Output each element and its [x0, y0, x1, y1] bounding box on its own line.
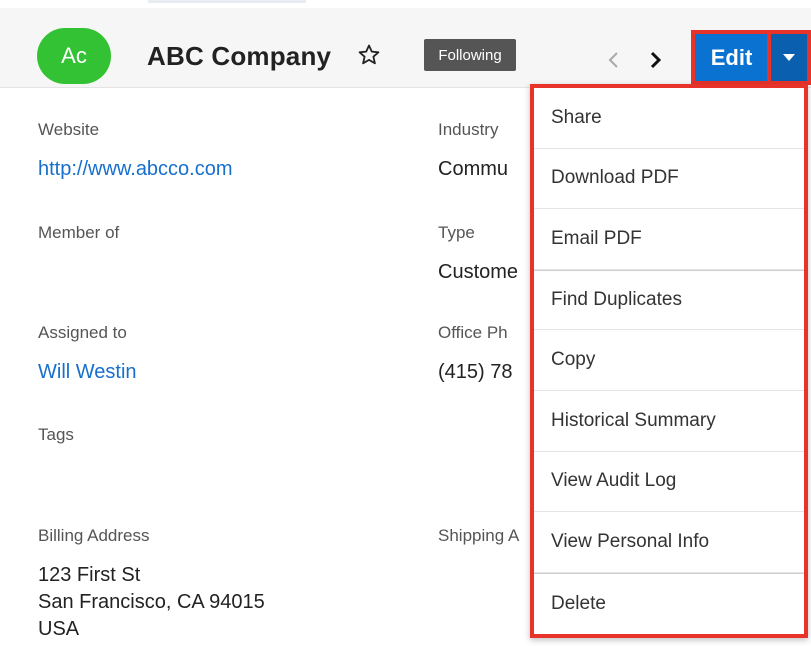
office-phone-value: (415) 78: [438, 361, 513, 383]
menu-item-download-pdf[interactable]: Download PDF: [534, 149, 804, 210]
menu-item-share[interactable]: Share: [534, 88, 804, 149]
menu-item-delete[interactable]: Delete: [534, 572, 804, 634]
caret-down-icon: [783, 54, 795, 61]
office-phone-label: Office Ph: [438, 323, 508, 342]
type-value: Custome: [438, 261, 519, 283]
billing-address-value: 123 First St San Francisco, CA 94015 USA: [38, 562, 265, 643]
following-button[interactable]: Following: [424, 39, 516, 71]
edit-button[interactable]: Edit: [695, 34, 768, 81]
website-link[interactable]: http://www.abcco.com: [38, 158, 233, 181]
actions-dropdown-toggle[interactable]: [771, 34, 807, 81]
website-label: Website: [38, 120, 100, 139]
assigned-to-label: Assigned to: [38, 323, 127, 342]
industry-value: Commu: [438, 158, 509, 180]
menu-item-view-personal-info[interactable]: View Personal Info: [534, 512, 804, 573]
tags-label: Tags: [38, 425, 74, 444]
menu-item-copy[interactable]: Copy: [534, 330, 804, 391]
star-outline-icon[interactable]: [357, 43, 381, 67]
shipping-address-label: Shipping A: [438, 526, 520, 545]
menu-item-view-audit-log[interactable]: View Audit Log: [534, 452, 804, 513]
billing-address-label: Billing Address: [38, 526, 150, 545]
actions-dropdown-menu: Share Download PDF Email PDF Find Duplic…: [530, 84, 808, 638]
menu-item-find-duplicates[interactable]: Find Duplicates: [534, 269, 804, 331]
member-of-label: Member of: [38, 223, 120, 242]
menu-item-email-pdf[interactable]: Email PDF: [534, 209, 804, 270]
tab-underline: [148, 0, 306, 3]
chevron-right-icon[interactable]: [647, 51, 663, 69]
avatar: Ac: [37, 28, 111, 84]
menu-item-historical-summary[interactable]: Historical Summary: [534, 391, 804, 452]
type-label: Type: [438, 223, 475, 242]
industry-label: Industry: [438, 120, 499, 139]
address-line: San Francisco, CA 94015: [38, 591, 265, 613]
address-line: USA: [38, 618, 80, 640]
record-header: Ac ABC Company Following Edit: [0, 8, 811, 88]
assigned-to-link[interactable]: Will Westin: [38, 361, 137, 384]
address-line: 123 First St: [38, 564, 141, 586]
page-title: ABC Company: [147, 41, 332, 71]
chevron-left-icon[interactable]: [606, 51, 622, 69]
